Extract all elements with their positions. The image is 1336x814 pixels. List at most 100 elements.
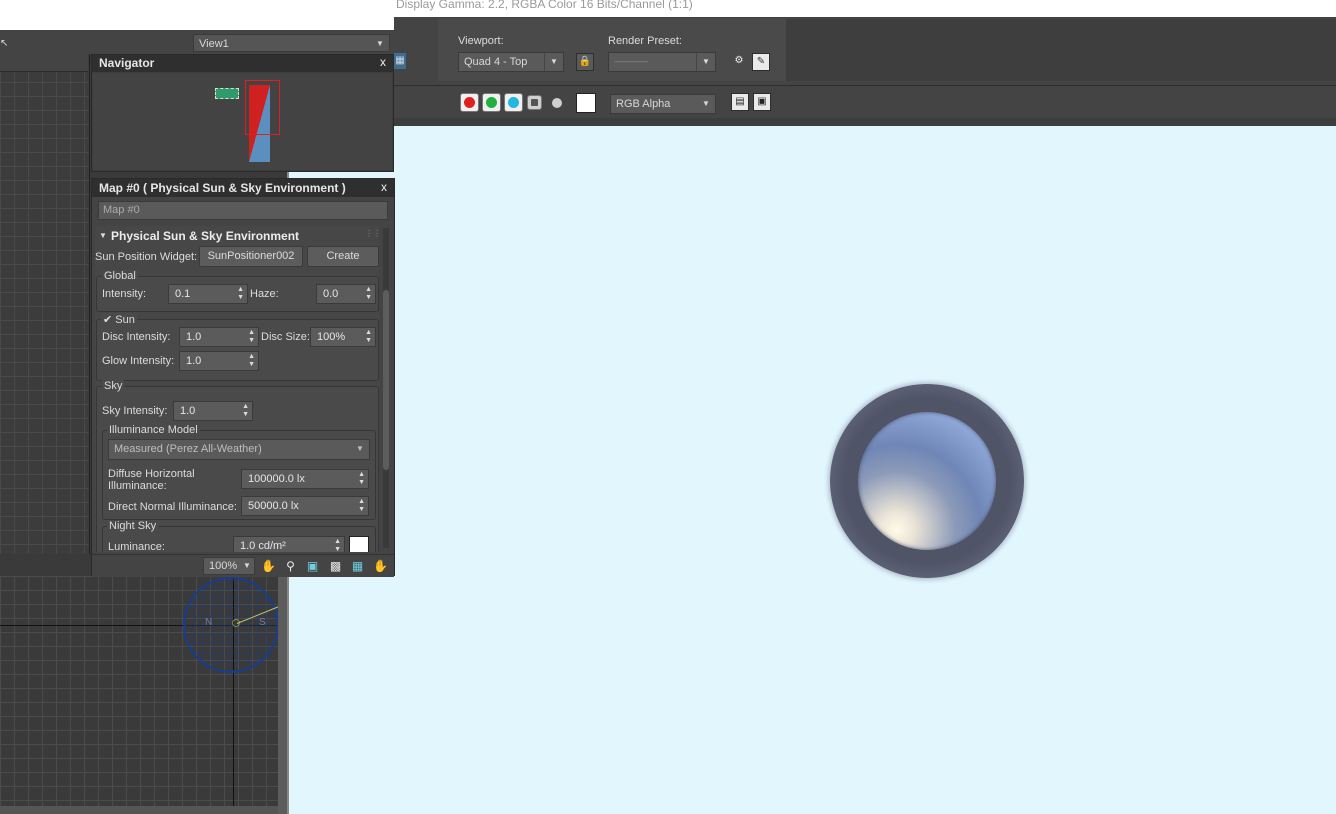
luminance-value: 1.0 cd/m² — [240, 540, 286, 552]
sky-intensity-label: Sky Intensity: — [102, 405, 168, 417]
viewport-top-strip — [0, 54, 88, 72]
clear-color-swatch[interactable] — [576, 93, 596, 113]
render-preset-dropdown[interactable]: -------------------- ▼ — [608, 52, 716, 72]
diffuse-illuminance-label: Diffuse Horizontal Illuminance: — [108, 468, 195, 492]
chevron-down-icon: ▼ — [356, 444, 364, 453]
viewport-dropdown[interactable]: Quad 4 - Top ▼ — [458, 52, 564, 72]
intensity-spinner[interactable]: 0.1 ▲ ▼ — [168, 284, 248, 304]
canvas-top-border — [394, 118, 1336, 126]
glow-intensity-spinner[interactable]: 1.0 ▲ ▼ — [179, 351, 259, 371]
view-controls-bar: 100% ▼ ✋ ⚲ ▣ ▩ ▦ ✋ — [92, 554, 394, 577]
viewport-group: Viewport: Quad 4 - Top ▼ 🔒 Render Preset… — [438, 19, 787, 81]
viewport-divider — [278, 576, 287, 814]
spinner-arrows-icon: ▲ ▼ — [248, 329, 255, 344]
map-parameter-panel: Map #0 ( Physical Sun & Sky Environment … — [91, 178, 395, 577]
toolbar-empty-area — [786, 19, 1336, 81]
chevron-down-icon: ▼ — [376, 39, 384, 48]
compass-south-label: S — [259, 617, 266, 628]
sky-intensity-value: 1.0 — [180, 405, 196, 417]
illuminance-model-group: Illuminance Model Measured (Perez All-We… — [102, 424, 376, 520]
disc-size-value: 100% — [317, 331, 346, 343]
render-preset-label: Render Preset: — [608, 35, 682, 47]
rendered-sphere — [858, 412, 996, 550]
sky-group: Sky Sky Intensity: 1.0 ▲ ▼ Illuminance Mo… — [96, 380, 379, 552]
sun-positioner-button[interactable]: SunPositioner002 — [199, 246, 303, 267]
sun-checkbox-label: Sun — [115, 314, 135, 326]
direct-illuminance-value: 50000.0 lx — [248, 500, 299, 512]
viewport-grid-top[interactable] — [0, 54, 90, 554]
diffuse-illuminance-spinner[interactable]: 100000.0 lx ▲ ▼ — [241, 469, 369, 489]
sky-intensity-spinner[interactable]: 1.0 ▲ ▼ — [173, 401, 253, 421]
night-sky-label: Night Sky — [107, 520, 159, 532]
navigator-view-rectangle[interactable] — [245, 80, 280, 135]
zoom-extents-selected-icon[interactable]: ▦ — [349, 558, 366, 575]
render-canvas[interactable] — [287, 126, 1336, 814]
disc-intensity-value: 1.0 — [186, 331, 202, 343]
luminance-spinner[interactable]: 1.0 cd/m² ▲ ▼ — [233, 536, 345, 552]
illuminance-model-label: Illuminance Model — [107, 424, 200, 436]
illuminance-model-dropdown[interactable]: Measured (Perez All-Weather) ▼ — [108, 439, 370, 460]
drag-handle-icon[interactable]: ⋮⋮ — [365, 229, 379, 238]
blue-channel-toggle[interactable] — [504, 93, 523, 112]
frame-window-toolbar: ▦ Viewport: Quad 4 - Top ▼ 🔒 Render Pres… — [394, 17, 1336, 85]
close-icon[interactable]: x — [377, 56, 389, 70]
rollout-title[interactable]: Physical Sun & Sky Environment — [111, 229, 299, 243]
alpha-channel-toggle[interactable] — [527, 95, 542, 110]
disc-intensity-label: Disc Intensity: — [102, 331, 171, 343]
intensity-label: Intensity: — [102, 288, 147, 300]
lock-icon[interactable]: 🔒 — [576, 53, 594, 71]
chevron-down-icon: ▼ — [696, 53, 715, 71]
create-button[interactable]: Create — [307, 246, 379, 267]
navigator-node-thumbnail[interactable] — [215, 88, 239, 99]
zoom-region-icon[interactable]: ▣ — [304, 558, 321, 575]
zoom-magnifier-icon[interactable]: ⚲ — [282, 558, 299, 575]
zoom-extents-icon[interactable]: ▩ — [327, 558, 344, 575]
spinner-arrows-icon: ▲ ▼ — [365, 329, 372, 344]
disc-intensity-spinner[interactable]: 1.0 ▲ ▼ — [179, 327, 259, 347]
view-dropdown-value: View1 — [199, 38, 229, 50]
view-dropdown[interactable]: View1 ▼ — [193, 34, 390, 52]
sun-group: ✔ Sun Disc Intensity: 1.0 ▲ ▼ Disc Size: … — [96, 313, 379, 381]
sun-positioner-compass[interactable]: N S — [183, 577, 284, 673]
close-icon[interactable]: x — [378, 181, 390, 195]
glow-intensity-label: Glow Intensity: — [102, 355, 175, 367]
bottom-scroll-strip — [0, 806, 278, 814]
region-icon[interactable]: ▦ — [394, 53, 406, 69]
monochrome-icon[interactable] — [552, 98, 562, 108]
navigator-title: Navigator — [92, 55, 393, 72]
direct-illuminance-spinner[interactable]: 50000.0 lx ▲ ▼ — [241, 496, 369, 516]
haze-spinner[interactable]: 0.0 ▲ ▼ — [316, 284, 376, 304]
pan-hand-icon[interactable]: ✋ — [260, 558, 277, 575]
rollout-collapse-icon[interactable]: ▼ — [99, 231, 107, 240]
chevron-down-icon: ▼ — [702, 99, 710, 108]
frame-window-channel-bar: RGB Alpha ▼ ▤ ▣ — [394, 85, 1336, 118]
zoom-value: 100% — [209, 560, 238, 572]
disc-size-label: Disc Size: — [261, 331, 310, 343]
haze-label: Haze: — [250, 288, 279, 300]
scrollbar-thumb[interactable] — [383, 290, 389, 470]
illuminance-model-value: Measured (Perez All-Weather) — [114, 443, 262, 455]
channel-display-dropdown[interactable]: RGB Alpha ▼ — [610, 94, 716, 114]
night-sky-group: Night Sky Luminance: 1.0 cd/m² ▲ ▼ — [102, 520, 376, 552]
print-image-icon[interactable]: ▣ — [753, 93, 771, 111]
spinner-arrows-icon: ▲ ▼ — [334, 538, 341, 552]
navigator-preview[interactable] — [93, 73, 392, 170]
zoom-dropdown[interactable]: 100% ▼ — [203, 557, 255, 575]
green-channel-toggle[interactable] — [482, 93, 501, 112]
spinner-arrows-icon: ▲ ▼ — [242, 403, 249, 418]
red-channel-toggle[interactable] — [460, 93, 479, 112]
pan-view-icon[interactable]: ✋ — [372, 558, 389, 575]
disc-size-spinner[interactable]: 100% ▲ ▼ — [310, 327, 376, 347]
render-setup-icon[interactable]: ⚙ — [730, 53, 748, 71]
sun-checkbox[interactable]: ✔ — [103, 314, 112, 326]
viewport-label: Viewport: — [458, 35, 504, 47]
sun-group-label: ✔ Sun — [101, 313, 137, 326]
spinner-arrows-icon: ▲ ▼ — [237, 286, 244, 301]
glow-intensity-value: 1.0 — [186, 355, 202, 367]
night-sky-color-swatch[interactable] — [349, 536, 369, 552]
environment-effects-icon[interactable]: ✎ — [752, 53, 770, 71]
display-toggle-icon[interactable]: ▤ — [731, 93, 749, 111]
rollout-scrollbar[interactable] — [383, 228, 389, 548]
cursor-arrow-icon: ↖ — [0, 38, 9, 49]
map-name-field[interactable]: Map #0 — [98, 201, 388, 220]
